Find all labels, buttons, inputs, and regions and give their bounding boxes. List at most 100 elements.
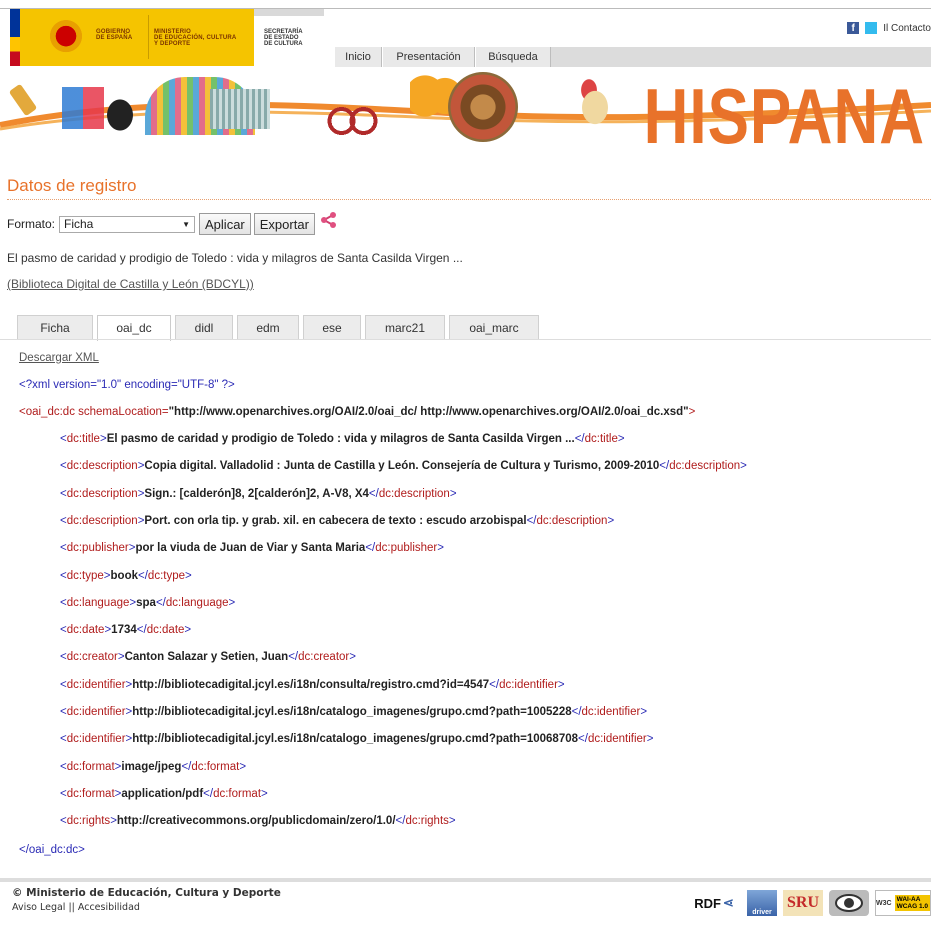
xml-element-line: <dc:description>Copia digital. Valladoli… — [60, 460, 747, 473]
xml-close-tag: dc:date — [146, 624, 185, 637]
xml-close-tag: dc:format — [213, 787, 262, 800]
footer-links[interactable]: Aviso Legal || Accesibilidad — [12, 902, 140, 913]
tab-oai-marc[interactable]: oai_marc — [449, 315, 539, 339]
tab-marc21[interactable]: marc21 — [365, 315, 445, 339]
eu-flag-icon — [10, 9, 20, 37]
tab-ficha[interactable]: Ficha — [17, 315, 93, 339]
tab-didl[interactable]: didl — [175, 315, 233, 339]
driver-badge[interactable]: driver — [747, 890, 777, 916]
record-source-link[interactable]: (Biblioteca Digital de Castilla y León (… — [7, 277, 254, 291]
format-select[interactable]: Ficha ▼ — [59, 215, 196, 233]
apply-button[interactable]: Aplicar — [199, 213, 251, 235]
xml-value: por la viuda de Juan de Viar y Santa Mar… — [135, 542, 366, 555]
xml-close-tag: dc:identifier — [581, 706, 641, 718]
download-xml-link[interactable]: Descargar XML — [19, 352, 99, 364]
share-icon[interactable] — [320, 211, 338, 229]
xml-value: http://creativecommons.org/publicdomain/… — [116, 815, 396, 828]
xml-value: Canton Salazar y Setien, Juan — [124, 651, 289, 664]
xml-open-tag: dc:format — [66, 760, 115, 773]
xml-element-line: <dc:identifier>http://bibliotecadigital.… — [60, 706, 648, 718]
xml-open-tag: dc:publisher — [66, 542, 129, 555]
xml-root-open: <oai_dc:dc schemaLocation="http://www.op… — [19, 406, 696, 418]
xml-close-tag: dc:rights — [405, 815, 449, 828]
hispana-banner[interactable]: HISPANA — [0, 67, 931, 164]
xml-open-tag: dc:format — [66, 787, 115, 800]
xml-close-tag: dc:identifier — [587, 733, 647, 746]
xml-close-tag: dc:description — [536, 514, 608, 527]
sru-badge[interactable]: SRU — [783, 890, 823, 916]
secretary-logo: SECRETARÍA DE ESTADO DE CULTURA — [254, 9, 324, 66]
xml-open-tag: dc:date — [66, 624, 105, 637]
xml-open-tag: dc:identifier — [66, 706, 126, 718]
xml-value: http://bibliotecadigital.jcyl.es/i18n/ca… — [132, 706, 572, 718]
xml-close-tag: dc:publisher — [375, 542, 438, 555]
gov-label-2: DE ESPAÑA — [96, 35, 133, 41]
xml-close-tag: dc:title — [584, 433, 618, 445]
xml-open-tag: dc:description — [66, 514, 138, 527]
quixote-graphic — [90, 79, 150, 139]
xml-value: El pasmo de caridad y prodigio de Toledo… — [106, 433, 575, 445]
sec-label-3: DE CULTURA — [264, 41, 303, 47]
xml-value: book — [110, 569, 138, 582]
xml-element-line: <dc:date>1734</dc:date> — [60, 624, 192, 637]
xml-element-line: <dc:title>El pasmo de caridad y prodigio… — [60, 433, 625, 445]
xml-element-line: <dc:type>book</dc:type> — [60, 569, 192, 582]
contact-link[interactable]: Il Contacto — [883, 23, 931, 34]
rdf-badge[interactable]: RDF ⋖ — [687, 890, 741, 916]
facebook-icon[interactable]: f — [847, 22, 860, 34]
xml-value: Copia digital. Valladolid : Junta de Cas… — [144, 460, 660, 473]
xml-close-tag: dc:language — [165, 596, 229, 609]
format-row: Formato: Ficha ▼ Aplicar Exportar — [7, 211, 338, 235]
xml-element-line: <dc:language>spa</dc:language> — [60, 596, 236, 609]
xml-value: http://bibliotecadigital.jcyl.es/i18n/co… — [132, 678, 490, 691]
xml-value: Port. con orla tip. y grab. xil. en cabe… — [144, 514, 527, 527]
xml-open-tag: dc:identifier — [66, 678, 126, 691]
coat-of-arms-icon — [46, 19, 86, 57]
xml-element-line: <dc:description>Port. con orla tip. y gr… — [60, 514, 615, 527]
xml-element-line: <dc:description>Sign.: [calderón]8, 2[ca… — [60, 487, 457, 500]
xml-value: Sign.: [calderón]8, 2[calderón]2, A-V8, … — [144, 487, 369, 500]
xml-element-line: <dc:publisher>por la viuda de Juan de Vi… — [60, 542, 444, 555]
tab-edm[interactable]: edm — [237, 315, 299, 339]
xml-declaration: <?xml version="1.0" encoding="UTF-8" ?> — [19, 379, 235, 391]
chevron-down-icon: ▼ — [182, 219, 191, 229]
tab-oai-dc[interactable]: oai_dc — [97, 315, 171, 341]
wcag-badge[interactable]: W3C WAI-AA WCAG 1.0 — [875, 890, 931, 916]
xml-value: 1734 — [111, 624, 137, 637]
nav-presentacion[interactable]: Presentación — [382, 47, 475, 67]
footer-badges: RDF ⋖ driver SRU W3C WAI-AA WCAG 1.0 — [687, 890, 931, 916]
xml-element-line: <dc:format>image/jpeg</dc:format> — [60, 760, 247, 773]
footer-copyright: © Ministerio de Educación, Cultura y Dep… — [12, 887, 281, 899]
xml-close-tag: dc:type — [147, 569, 185, 582]
xml-open-tag: dc:creator — [66, 651, 118, 664]
xml-value: spa — [136, 596, 156, 609]
xml-root-close: </oai_dc:dc> — [19, 844, 85, 856]
nav-busqueda[interactable]: Búsqueda — [475, 47, 551, 67]
nav-inicio[interactable]: Inicio — [334, 47, 382, 67]
scissors-graphic — [325, 79, 380, 139]
dancer-graphic — [565, 69, 625, 139]
tab-ese[interactable]: ese — [303, 315, 361, 339]
export-button[interactable]: Exportar — [253, 213, 315, 235]
xml-open-tag: dc:title — [66, 433, 100, 445]
xml-element-line: <dc:format>application/pdf</dc:format> — [60, 787, 268, 800]
format-value: Ficha — [64, 217, 94, 231]
xml-open-tag: dc:description — [66, 487, 138, 500]
xml-close-tag: dc:creator — [298, 651, 350, 664]
xml-open-tag: dc:language — [66, 596, 130, 609]
twitter-icon[interactable] — [865, 22, 878, 34]
record-title: El pasmo de caridad y prodigio de Toledo… — [7, 251, 463, 265]
xml-open-tag: dc:description — [66, 460, 138, 473]
building2-graphic — [210, 89, 270, 129]
format-tabs: Ficha oai_dc didl edm ese marc21 oai_mar… — [17, 315, 539, 341]
eye-icon[interactable] — [829, 890, 869, 916]
xml-element-line: <dc:identifier>http://bibliotecadigital.… — [60, 733, 654, 746]
xml-value: application/pdf — [121, 787, 204, 800]
page-title: Datos de registro — [7, 176, 137, 195]
xml-element-line: <dc:creator>Canton Salazar y Setien, Jua… — [60, 651, 356, 664]
ministry-label-3: Y DEPORTE — [154, 41, 191, 47]
hispana-logo: HISPANA — [643, 74, 925, 161]
xml-element-line: <dc:identifier>http://bibliotecadigital.… — [60, 678, 565, 691]
xml-open-tag: dc:rights — [66, 815, 111, 828]
xml-open-tag: dc:identifier — [66, 733, 126, 746]
